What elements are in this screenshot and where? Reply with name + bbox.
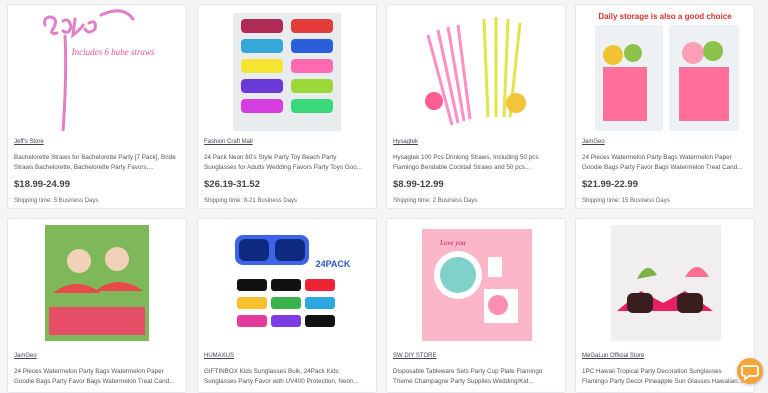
kids-watermelon-image (45, 225, 149, 341)
store-link[interactable]: Jeff's Store (14, 139, 44, 145)
flamingo-tableware-image: Love you (422, 229, 532, 341)
shipping-time: Shipping time: 2 Business Days (393, 198, 478, 204)
product-card[interactable]: 24PACK HUMAXUS GIFTINBOX Kids Sunglasses… (197, 218, 377, 393)
storage-tagline: Daily storage is also a good choice (598, 12, 732, 21)
product-price: $26.19-31.52 (204, 179, 260, 190)
store-link[interactable]: JamGeo (14, 353, 37, 359)
product-card[interactable]: Hysagtek Hysagtek 100 Pcs Drinking Straw… (386, 4, 566, 209)
product-title[interactable]: 1PC Hawaii Tropical Party Decoration Sun… (582, 367, 748, 387)
product-price: $18.99-24.99 (14, 179, 70, 190)
product-card[interactable]: JamGeo 24 Pieces Watermelon Party Bags W… (7, 218, 187, 393)
product-card[interactable]: Daily storage is also a good choice JamG… (575, 4, 755, 209)
product-title[interactable]: 24 Pieces Watermelon Party Bags Watermel… (582, 153, 748, 173)
product-card[interactable]: Love you SW DIY STORE Disposable Tablewa… (386, 218, 566, 393)
chat-button[interactable] (737, 358, 763, 384)
store-link[interactable]: Hysagtek (393, 139, 418, 145)
product-image[interactable]: Includes 6 babe straws (8, 5, 186, 135)
love-you-text: Love you (439, 239, 466, 247)
product-card[interactable]: Fashion Craft Mall 24 Pack Neon 80's Sty… (197, 4, 377, 209)
hawaii-sunglasses-image (611, 225, 721, 341)
product-title[interactable]: Hysagtek 100 Pcs Drinking Straws, Includ… (393, 153, 559, 173)
chat-icon (741, 365, 759, 381)
neon-sunglasses-image (233, 13, 341, 131)
kids-sunglasses-image: 24PACK (235, 235, 351, 327)
product-image[interactable]: 24PACK (198, 219, 376, 349)
product-card[interactable]: MeGaLun Official Store 1PC Hawaii Tropic… (575, 218, 755, 393)
product-title[interactable]: 24 Pack Neon 80's Style Party Toy Beach … (204, 153, 370, 173)
shipping-time: Shipping time: 8-21 Business Days (204, 198, 298, 204)
store-link[interactable]: Fashion Craft Mall (204, 139, 253, 145)
product-title[interactable]: Bachelorette Straws for Bachelorette Par… (14, 153, 180, 173)
product-image[interactable]: Daily storage is also a good choice (576, 5, 754, 135)
flamingo-straws-image (425, 17, 526, 126)
product-grid: Includes 6 babe straws Jeff's Store Bach… (0, 0, 768, 393)
straw-promo-text: Includes 6 babe straws (71, 47, 155, 57)
product-card[interactable]: Includes 6 babe straws Jeff's Store Bach… (7, 4, 187, 209)
product-title[interactable]: 24 Pieces Watermelon Party Bags Watermel… (14, 367, 180, 387)
store-link[interactable]: MeGaLun Official Store (582, 353, 644, 359)
product-image[interactable]: Love you (387, 219, 565, 349)
product-image[interactable] (198, 5, 376, 135)
pack-label: 24PACK (316, 259, 351, 269)
product-price: $8.99-12.99 (393, 179, 444, 190)
product-image[interactable] (576, 219, 754, 349)
store-link[interactable]: SW DIY STORE (393, 353, 436, 359)
shipping-time: Shipping time: 15 Business Days (582, 198, 670, 204)
product-image[interactable] (387, 5, 565, 135)
product-title[interactable]: GIFTINBOX Kids Sunglasses Bulk, 24Pack K… (204, 367, 370, 387)
watermelon-bags-image: Daily storage is also a good choice (595, 12, 739, 131)
store-link[interactable]: HUMAXUS (204, 353, 234, 359)
product-title[interactable]: Disposable Tableware Sets Party Cup Plat… (393, 367, 559, 387)
product-image[interactable] (8, 219, 186, 349)
shipping-time: Shipping time: 5 Business Days (14, 198, 99, 204)
babe-straw-image: Includes 6 babe straws (43, 9, 155, 131)
store-link[interactable]: JamGeo (582, 139, 605, 145)
product-price: $21.99-22.99 (582, 179, 638, 190)
